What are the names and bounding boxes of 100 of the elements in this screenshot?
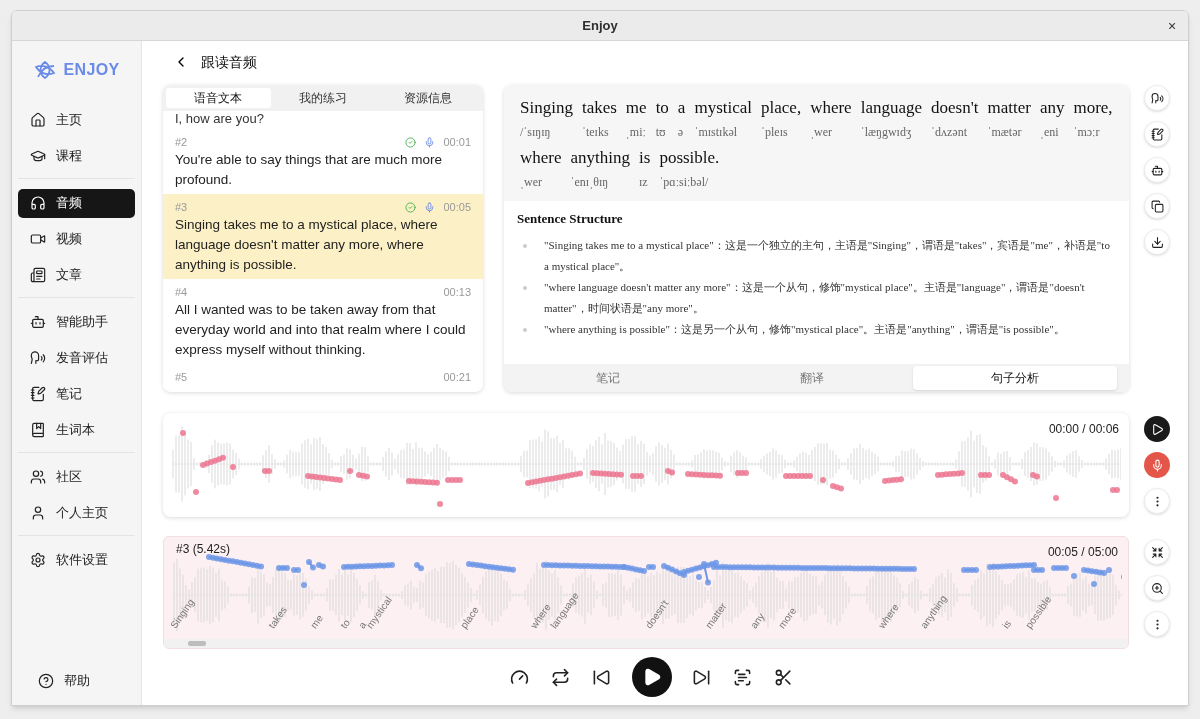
word-label: to bbox=[338, 617, 353, 631]
sidebar-item[interactable]: 软件设置 bbox=[18, 545, 135, 575]
phonetic-text: ˈenɪˌθɪŋ bbox=[570, 174, 610, 191]
sentence-word[interactable]: where bbox=[810, 95, 852, 121]
repeat-icon bbox=[551, 667, 570, 687]
sentence-word[interactable]: doesn't bbox=[931, 95, 979, 121]
book-icon bbox=[30, 422, 46, 438]
analysis-title: Sentence Structure bbox=[517, 210, 624, 228]
analysis-text: "where anything is possible"：这是另一个从句，修饰"mystical place"。主语是"anything"，谓语是"is possible"。 bbox=[544, 321, 1065, 337]
sentence-word[interactable]: place, bbox=[761, 95, 802, 121]
sidebar-item[interactable]: 社区 bbox=[18, 462, 135, 492]
window-title: Enjoy bbox=[582, 16, 618, 35]
phonetic-text: /ˈsɪŋɪŋ bbox=[520, 124, 552, 141]
settings-icon bbox=[30, 552, 46, 568]
help-icon bbox=[38, 673, 54, 689]
row-number: #2 bbox=[175, 135, 188, 151]
sidebar-item[interactable]: 智能助手 bbox=[18, 307, 135, 337]
help-button[interactable]: 帮助 bbox=[18, 666, 135, 696]
sentence-word[interactable]: more, bbox=[1073, 95, 1113, 121]
sentence-word[interactable]: possible. bbox=[659, 145, 720, 171]
sidebar-item[interactable]: 视频 bbox=[18, 224, 135, 254]
bullet-icon bbox=[523, 327, 527, 332]
word-label: a bbox=[356, 619, 369, 631]
play-icon bbox=[1150, 422, 1164, 436]
sentence-word[interactable]: matter bbox=[987, 95, 1031, 121]
sentence-word[interactable]: Singing bbox=[520, 95, 573, 121]
sentence-word[interactable]: any bbox=[1039, 95, 1065, 121]
sidebar-item[interactable]: 发音评估 bbox=[18, 343, 135, 373]
row-time: 00:05 bbox=[443, 200, 471, 216]
sidebar-item[interactable]: 课程 bbox=[18, 141, 135, 171]
gauge-icon bbox=[510, 667, 529, 687]
robot-icon bbox=[1150, 163, 1164, 177]
sentence-word[interactable]: takes bbox=[581, 95, 617, 121]
tab[interactable]: 句子分析 bbox=[913, 366, 1117, 390]
record-button[interactable] bbox=[1144, 452, 1170, 478]
tab[interactable]: 翻译 bbox=[709, 366, 914, 390]
analysis-text: "where language doesn't matter any more"：这是一个从句，修饰"mystical place"。主语是"language"，谓语是"doesn't matter"，时间状语是"any more"。 bbox=[544, 279, 1086, 316]
tab[interactable]: 我的练习 bbox=[270, 88, 376, 108]
copy-button[interactable] bbox=[1144, 193, 1170, 219]
sentence-word[interactable]: language bbox=[860, 95, 922, 121]
row-time: 00:01 bbox=[443, 135, 471, 151]
transcript-text: Singing takes me to a mystical place, where language doesn't matter any more, where anything is possible. bbox=[175, 216, 439, 274]
close-button[interactable]: × bbox=[1164, 18, 1180, 34]
shrink-button[interactable] bbox=[1144, 539, 1170, 565]
tab[interactable]: 资源信息 bbox=[375, 88, 480, 108]
row-number: #5 bbox=[175, 370, 188, 386]
download-icon bbox=[1150, 235, 1164, 249]
sidebar-item[interactable]: 个人主页 bbox=[18, 498, 135, 528]
tab[interactable]: 笔记 bbox=[506, 366, 710, 390]
home-icon bbox=[30, 112, 46, 128]
bot-button[interactable] bbox=[1144, 157, 1170, 183]
play-button[interactable] bbox=[631, 657, 672, 697]
phonetic-text: ˌmiː bbox=[625, 124, 647, 141]
phonetic-text: ˈteɪks bbox=[581, 124, 610, 141]
microphone-icon bbox=[1150, 458, 1164, 472]
phonetic-text: ˌwer bbox=[810, 124, 834, 141]
users-icon bbox=[30, 469, 46, 485]
sentence-word[interactable]: is bbox=[639, 145, 651, 171]
download-button[interactable] bbox=[1144, 229, 1170, 255]
sidebar-item[interactable]: 笔记 bbox=[18, 379, 135, 409]
row-time: 00:13 bbox=[443, 285, 471, 301]
sentence-word[interactable]: anything bbox=[570, 145, 631, 171]
word-label: any bbox=[748, 610, 768, 631]
word-label: is bbox=[1000, 618, 1015, 631]
bullet-icon bbox=[523, 243, 527, 248]
logo-icon bbox=[33, 58, 58, 82]
sentence-word[interactable]: mystical bbox=[694, 95, 752, 121]
headphones-icon bbox=[30, 195, 46, 211]
phonetic-text: ˈlæŋgwɪdʒ bbox=[860, 124, 913, 141]
copy-icon bbox=[1150, 199, 1164, 213]
speech-icon bbox=[30, 350, 46, 366]
graduation-cap-icon bbox=[30, 148, 46, 164]
phonetic-text: tʊ bbox=[655, 124, 667, 141]
robot-icon bbox=[30, 314, 46, 330]
sentence-word[interactable]: a bbox=[677, 95, 686, 121]
sidebar-item[interactable]: 音频 bbox=[18, 188, 135, 218]
note-icon bbox=[1150, 127, 1164, 141]
transcript-row[interactable]: #2 00:01 You're able to say things that are much more profound. bbox=[163, 129, 483, 194]
transcript-row[interactable]: #3 00:05 Singing takes me to a mystical place, where language doesn't matter any more, where anything is possible. bbox=[163, 194, 483, 279]
phonetic-text: ˌeni bbox=[1039, 124, 1060, 141]
sentence-word[interactable]: to bbox=[655, 95, 669, 121]
tab[interactable]: 语音文本 bbox=[166, 88, 271, 108]
sentence-word[interactable]: where bbox=[520, 145, 562, 171]
sidebar-item[interactable]: 文章 bbox=[18, 260, 135, 290]
speech-icon bbox=[1150, 91, 1164, 105]
phonetic-text: ˈmɪstɪkəl bbox=[694, 124, 739, 141]
sentence-word[interactable]: me bbox=[625, 95, 647, 121]
play-button[interactable] bbox=[1144, 416, 1170, 442]
skip-back-icon bbox=[592, 667, 611, 687]
note-icon bbox=[30, 386, 46, 402]
transcript-row[interactable]: #4 00:13 All I wanted was to be taken away from that everyday world and into that realm where I could express myself without thinking. bbox=[163, 279, 483, 364]
note-button[interactable] bbox=[1144, 121, 1170, 147]
zoom-button[interactable] bbox=[1144, 575, 1170, 601]
newspaper-icon bbox=[30, 267, 46, 283]
sidebar-item[interactable]: 主页 bbox=[18, 105, 135, 135]
speech-button[interactable] bbox=[1144, 85, 1170, 111]
phonetic-text: ˈdʌzənt bbox=[931, 124, 968, 141]
sidebar-item[interactable]: 生词本 bbox=[18, 415, 135, 445]
row-number: #3 bbox=[175, 200, 188, 216]
row-number: #4 bbox=[175, 285, 188, 301]
